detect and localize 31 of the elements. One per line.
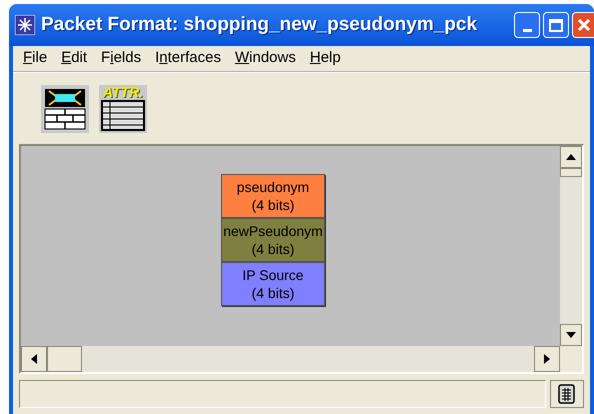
scroll-thumb[interactable] [47, 346, 82, 372]
packet-field[interactable]: pseudonym (4 bits) [221, 174, 325, 218]
close-button[interactable] [572, 12, 594, 38]
app-icon [15, 15, 35, 35]
field-block-button[interactable] [41, 84, 89, 132]
scroll-thumb[interactable] [560, 168, 582, 177]
notepad-button[interactable] [550, 380, 584, 408]
packet-field[interactable]: IP Source (4 bits) [221, 262, 325, 306]
scroll-right-button[interactable] [534, 346, 560, 372]
scroll-left-button[interactable] [21, 346, 47, 372]
notepad-icon [558, 384, 576, 404]
right-arrow-icon [544, 354, 550, 364]
menu-item[interactable]: Windows [234, 47, 296, 70]
window-title: Packet Format: shopping_new_pseudonym_pck [41, 12, 478, 37]
down-arrow-icon [566, 332, 576, 338]
scroll-down-button[interactable] [560, 324, 582, 346]
close-icon [577, 18, 593, 32]
up-arrow-icon [566, 154, 576, 160]
horizontal-scrollbar[interactable] [21, 346, 560, 372]
menu-item[interactable]: File [23, 47, 48, 70]
left-arrow-icon [31, 354, 37, 364]
minimize-button[interactable] [514, 12, 540, 38]
vertical-scrollbar[interactable] [560, 146, 582, 346]
menu-item[interactable]: Interfaces [155, 47, 221, 70]
packet-field[interactable]: newPseudonym (4 bits) [221, 218, 325, 262]
maximize-button[interactable] [543, 12, 569, 38]
menu-item[interactable]: Fields [101, 47, 142, 70]
table-icon [101, 100, 145, 130]
menu-item[interactable]: Edit [61, 47, 88, 70]
menu-item[interactable]: Help [310, 47, 341, 70]
scroll-up-button[interactable] [560, 146, 582, 168]
